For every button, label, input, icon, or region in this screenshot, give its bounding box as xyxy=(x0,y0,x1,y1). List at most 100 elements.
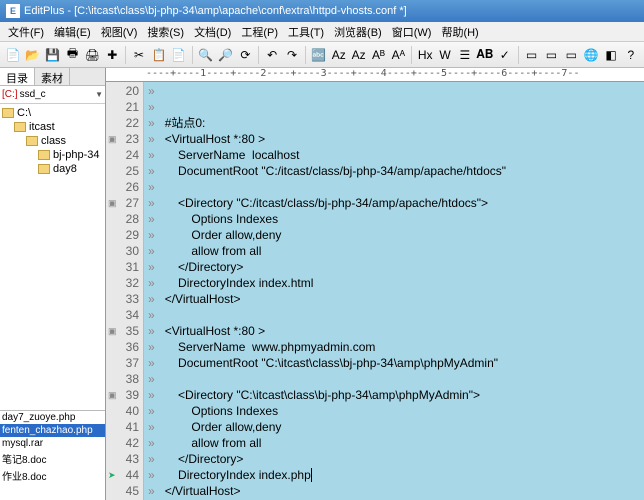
code-line[interactable]: » ServerName www.phpmyadmin.com xyxy=(144,339,644,355)
toolbar-button[interactable]: ▭ xyxy=(562,46,580,64)
line-number: 33 xyxy=(106,291,143,307)
code-line[interactable]: » allow from all xyxy=(144,243,644,259)
toolbar-button[interactable]: ✓ xyxy=(496,46,514,64)
code-line[interactable]: » DocumentRoot "C:/itcast/class/bj-php-3… xyxy=(144,163,644,179)
code-line[interactable]: » allow from all xyxy=(144,435,644,451)
toolbar-button[interactable]: ↶ xyxy=(263,46,281,64)
file-item[interactable]: 作业8.doc xyxy=(0,467,105,484)
toolbar-button[interactable]: ✂ xyxy=(130,46,148,64)
menu-item[interactable]: 浏览器(B) xyxy=(330,22,386,42)
toolbar-button[interactable]: ☰ xyxy=(456,46,474,64)
toolbar-button[interactable]: ⟳ xyxy=(236,46,254,64)
menu-item[interactable]: 文件(F) xyxy=(4,22,48,42)
toolbar-button[interactable]: Hx xyxy=(416,46,434,64)
toolbar-button[interactable]: 📄 xyxy=(170,46,188,64)
toolbar-button[interactable]: 📄 xyxy=(4,46,22,64)
toolbar-button[interactable]: Aᴮ xyxy=(370,46,388,64)
drive-selector[interactable]: [C:] ssd_c ▼ xyxy=(0,86,105,104)
toolbar-button[interactable]: Az xyxy=(330,46,348,64)
code-line[interactable]: » </VirtualHost> xyxy=(144,291,644,307)
toolbar-button[interactable]: 📂 xyxy=(24,46,42,64)
toolbar-button[interactable]: 📋 xyxy=(150,46,168,64)
toolbar-button[interactable]: W xyxy=(436,46,454,64)
menu-item[interactable]: 文档(D) xyxy=(190,22,235,42)
line-number: 22 xyxy=(106,115,143,131)
toolbar-button[interactable]: 💾 xyxy=(44,46,62,64)
tree-label: day8 xyxy=(53,163,77,175)
toolbar-button[interactable]: 𝐀𝐁 xyxy=(476,46,494,64)
tree-item[interactable]: C:\ xyxy=(0,106,105,120)
toolbar: 📄📂💾🖶🖨✚✂📋📄🔍🔎⟳↶↷🔤AzAzAᴮAᴬHxW☰𝐀𝐁✓▭▭▭🌐◧? xyxy=(0,42,644,68)
code-line[interactable]: » xyxy=(144,83,644,99)
toolbar-button[interactable]: Az xyxy=(350,46,368,64)
tree-label: class xyxy=(41,135,66,147)
folder-icon xyxy=(2,108,14,118)
toolbar-button[interactable]: 🖨 xyxy=(83,46,101,64)
file-list: day7_zuoye.phpfenten_chazhao.phpmysql.ra… xyxy=(0,410,105,500)
sidebar: 目录素材 [C:] ssd_c ▼ C:\itcastclassbj-php-3… xyxy=(0,68,106,500)
editor: ----+----1----+----2----+----3----+----4… xyxy=(106,68,644,500)
toolbar-separator xyxy=(411,46,412,64)
code-line[interactable]: » #站点0: xyxy=(144,115,644,131)
drive-label: [C:] xyxy=(2,89,18,100)
code-content[interactable]: » » » #站点0:» <VirtualHost *:80 >» Server… xyxy=(144,82,644,500)
toolbar-button[interactable]: 🔎 xyxy=(217,46,235,64)
code-line[interactable]: » DocumentRoot "C:\itcast\class\bj-php-3… xyxy=(144,355,644,371)
code-line[interactable]: » xyxy=(144,99,644,115)
toolbar-button[interactable]: 🌐 xyxy=(582,46,600,64)
code-line[interactable]: » Options Indexes xyxy=(144,403,644,419)
menu-item[interactable]: 搜索(S) xyxy=(143,22,188,42)
code-line[interactable]: » DirectoryIndex index.php xyxy=(144,467,644,483)
code-line[interactable]: » Order allow,deny xyxy=(144,227,644,243)
toolbar-button[interactable]: 🖶 xyxy=(64,46,82,64)
file-item[interactable]: 笔记8.doc xyxy=(0,450,105,467)
toolbar-button[interactable]: 🔤 xyxy=(310,46,328,64)
toolbar-button[interactable]: ▭ xyxy=(523,46,541,64)
menu-item[interactable]: 工具(T) xyxy=(284,22,328,42)
code-line[interactable]: » Options Indexes xyxy=(144,211,644,227)
code-line[interactable]: » DirectoryIndex index.html xyxy=(144,275,644,291)
toolbar-button[interactable]: ↷ xyxy=(283,46,301,64)
folder-icon xyxy=(14,122,26,132)
code-line[interactable]: » </Directory> xyxy=(144,451,644,467)
menu-item[interactable]: 窗口(W) xyxy=(388,22,436,42)
code-line[interactable]: » xyxy=(144,371,644,387)
line-number: 30 xyxy=(106,243,143,259)
tree-item[interactable]: day8 xyxy=(0,162,105,176)
line-number: 31 xyxy=(106,259,143,275)
toolbar-button[interactable]: ? xyxy=(622,46,640,64)
code-area[interactable]: 2021222324252627282930313233343536373839… xyxy=(106,82,644,500)
line-number: 26 xyxy=(106,179,143,195)
toolbar-button[interactable]: ▭ xyxy=(543,46,561,64)
code-line[interactable]: » <Directory "C:\itcast\class\bj-php-34\… xyxy=(144,387,644,403)
sidebar-tab[interactable]: 目录 xyxy=(0,68,35,85)
tree-item[interactable]: bj-php-34 xyxy=(0,148,105,162)
sidebar-tab[interactable]: 素材 xyxy=(35,68,70,85)
code-line[interactable]: » <Directory "C:/itcast/class/bj-php-34/… xyxy=(144,195,644,211)
code-line[interactable]: » ServerName localhost xyxy=(144,147,644,163)
code-line[interactable]: » Order allow,deny xyxy=(144,419,644,435)
code-line[interactable]: » </Directory> xyxy=(144,259,644,275)
file-item[interactable]: mysql.rar xyxy=(0,437,105,450)
toolbar-button[interactable]: ✚ xyxy=(103,46,121,64)
code-line[interactable]: » xyxy=(144,179,644,195)
file-item[interactable]: day7_zuoye.php xyxy=(0,411,105,424)
file-item[interactable]: fenten_chazhao.php xyxy=(0,424,105,437)
toolbar-button[interactable]: ◧ xyxy=(602,46,620,64)
line-number: 43 xyxy=(106,451,143,467)
tree-item[interactable]: class xyxy=(0,134,105,148)
menu-item[interactable]: 编辑(E) xyxy=(50,22,95,42)
menu-item[interactable]: 工程(P) xyxy=(237,22,282,42)
toolbar-button[interactable]: 🔍 xyxy=(197,46,215,64)
line-number: 36 xyxy=(106,339,143,355)
line-gutter: 2021222324252627282930313233343536373839… xyxy=(106,82,144,500)
menu-item[interactable]: 帮助(H) xyxy=(437,22,482,42)
menu-item[interactable]: 视图(V) xyxy=(97,22,142,42)
tree-item[interactable]: itcast xyxy=(0,120,105,134)
toolbar-button[interactable]: Aᴬ xyxy=(389,46,407,64)
code-line[interactable]: » xyxy=(144,307,644,323)
code-line[interactable]: » <VirtualHost *:80 > xyxy=(144,131,644,147)
main-area: 目录素材 [C:] ssd_c ▼ C:\itcastclassbj-php-3… xyxy=(0,68,644,500)
code-line[interactable]: » </VirtualHost> xyxy=(144,483,644,499)
code-line[interactable]: » <VirtualHost *:80 > xyxy=(144,323,644,339)
